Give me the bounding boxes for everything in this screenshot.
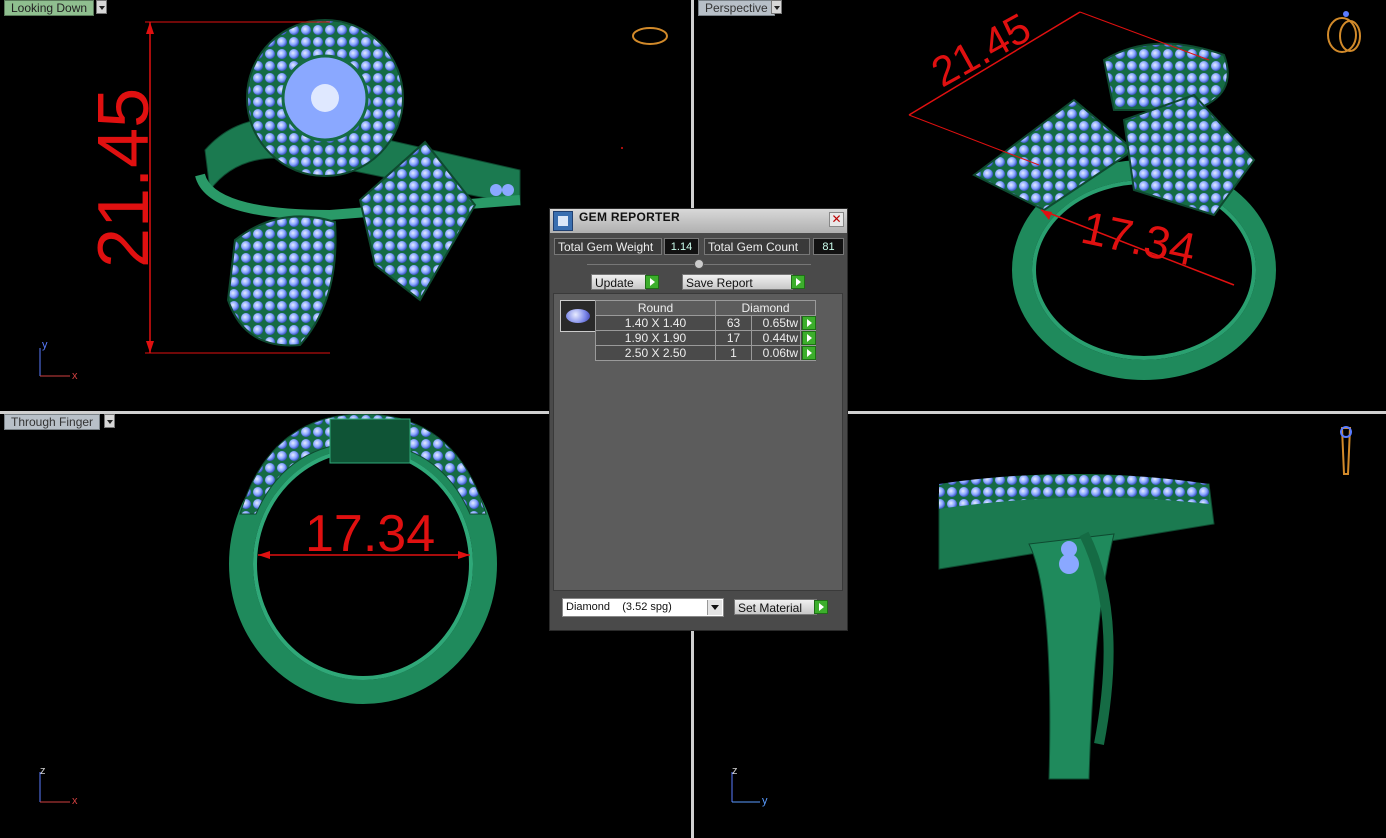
axis-label-y: y <box>42 339 48 351</box>
update-button[interactable]: Update <box>591 274 646 290</box>
dialog-titlebar[interactable]: GEM REPORTER ✕ <box>550 209 847 233</box>
view-cube-icon <box>632 27 668 45</box>
material-select-value: Diamond (3.52 spg) <box>566 601 672 613</box>
total-gem-weight-value: 1.14 <box>664 238 699 255</box>
chevron-down-icon[interactable] <box>707 600 722 615</box>
gem-thumbnail[interactable] <box>560 300 596 332</box>
viewport-menu-dropdown[interactable] <box>104 414 115 428</box>
axis-label-z: z <box>40 765 46 777</box>
material-select[interactable]: Diamond (3.52 spg) <box>562 598 724 617</box>
viewport-label[interactable]: Looking Down <box>4 0 95 16</box>
gem-reporter-icon <box>553 211 573 231</box>
gem-count: 17 <box>715 330 752 346</box>
dimension-label-diameter: 17.34 <box>1077 201 1200 276</box>
dimension-label-height: 21.45 <box>84 88 164 268</box>
gem-weight: 0.65tw <box>751 315 801 331</box>
gem-table: Round Diamond 1.40 X 1.40 63 0.65tw 1.90… <box>595 300 816 361</box>
set-material-button[interactable]: Set Material <box>734 599 817 615</box>
viewport-label[interactable]: Perspective <box>698 0 775 16</box>
round-gem-icon <box>566 309 590 323</box>
gem-weight: 0.44tw <box>751 330 801 346</box>
gem-count: 1 <box>715 345 752 361</box>
gem-size: 2.50 X 2.50 <box>595 345 716 361</box>
table-row[interactable]: 1.90 X 1.90 17 0.44tw <box>595 330 816 346</box>
axis-label-x: x <box>72 370 78 382</box>
set-material-go-icon[interactable] <box>814 600 828 614</box>
gem-list-panel: Round Diamond 1.40 X 1.40 63 0.65tw 1.90… <box>553 293 843 591</box>
total-gem-count-value: 81 <box>813 238 844 255</box>
save-report-button[interactable]: Save Report <box>682 274 793 290</box>
select-row-go-icon[interactable] <box>802 346 816 360</box>
select-row-go-icon[interactable] <box>802 331 816 345</box>
gem-size: 1.90 X 1.90 <box>595 330 716 346</box>
column-header-shape: Round <box>595 300 716 316</box>
total-gem-weight-label: Total Gem Weight <box>554 238 662 255</box>
column-header-material: Diamond <box>715 300 816 316</box>
close-button[interactable]: ✕ <box>829 212 844 227</box>
splitter-knob-icon[interactable] <box>694 259 704 269</box>
table-row[interactable]: 2.50 X 2.50 1 0.06tw <box>595 345 816 361</box>
dimension-label-length: 21.45 <box>924 4 1039 96</box>
axis-label-y: y <box>762 795 768 807</box>
gem-count: 63 <box>715 315 752 331</box>
dimension-label-diameter: 17.34 <box>305 505 435 563</box>
gem-reporter-dialog: GEM REPORTER ✕ Total Gem Weight 1.14 Tot… <box>549 208 848 631</box>
axis-label-z: z <box>732 765 738 777</box>
total-gem-count-label: Total Gem Count <box>704 238 810 255</box>
gem-size: 1.40 X 1.40 <box>595 315 716 331</box>
gem-weight: 0.06tw <box>751 345 801 361</box>
viewport-label[interactable]: Through Finger <box>4 414 101 430</box>
table-row[interactable]: 1.40 X 1.40 63 0.65tw <box>595 315 816 331</box>
save-report-go-icon[interactable] <box>791 275 805 289</box>
dialog-title: GEM REPORTER <box>579 210 680 224</box>
axis-label-x: x <box>72 795 78 807</box>
select-row-go-icon[interactable] <box>802 316 816 330</box>
update-go-icon[interactable] <box>645 275 659 289</box>
viewport-menu-dropdown[interactable] <box>96 0 107 14</box>
viewport-menu-dropdown[interactable] <box>771 0 782 14</box>
